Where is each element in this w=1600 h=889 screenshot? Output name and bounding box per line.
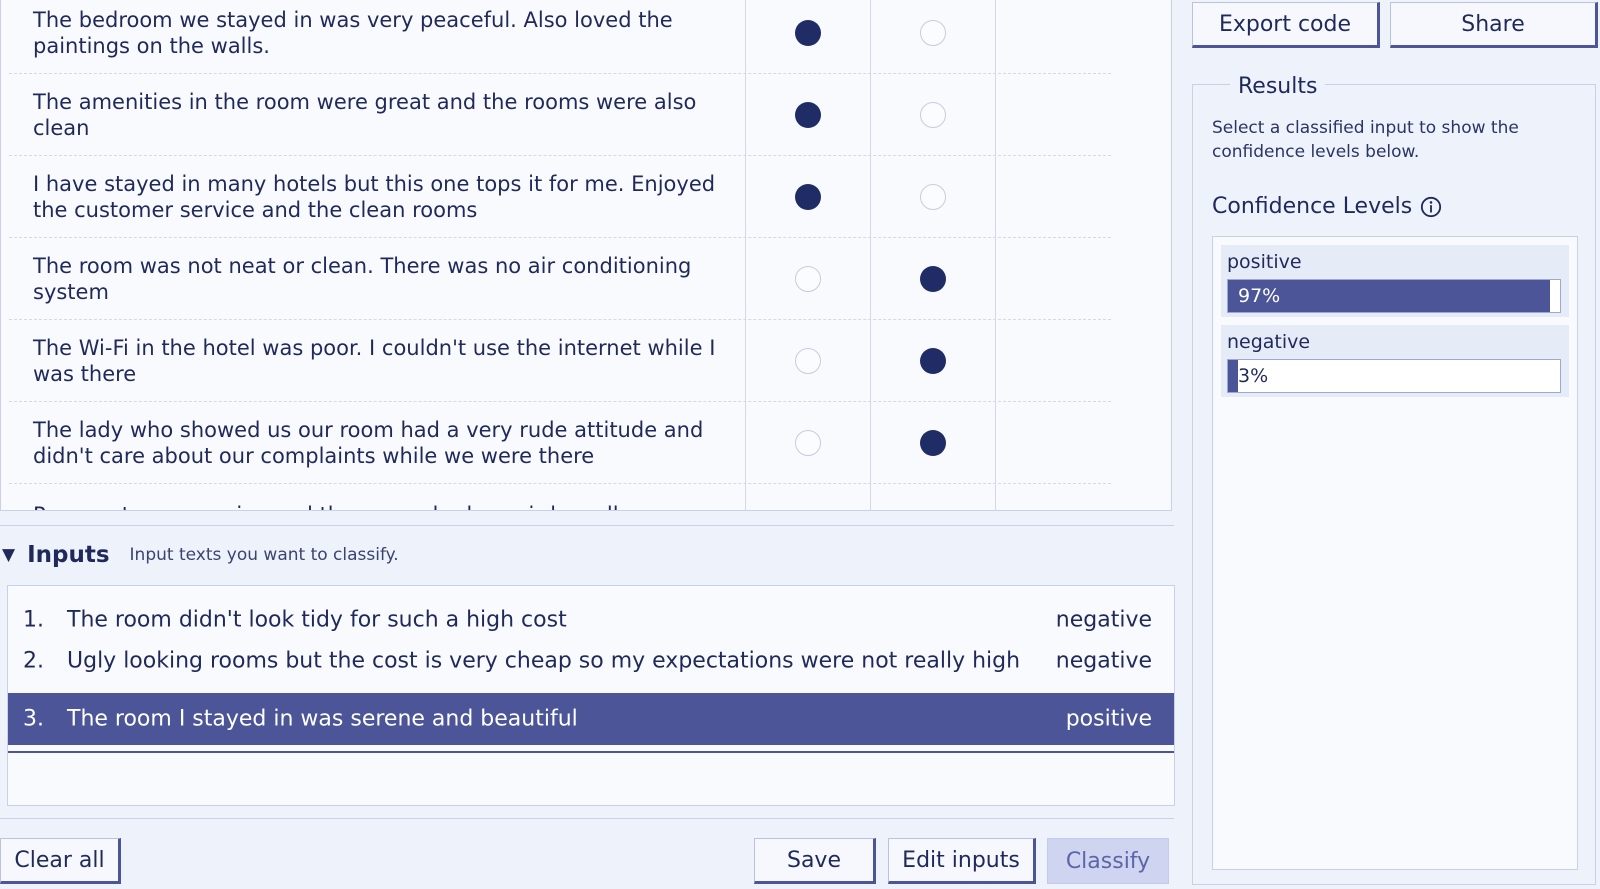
results-description: Select a classified input to show the co… (1212, 118, 1519, 162)
example-row[interactable]: The room was not neat or clean. There wa… (9, 238, 1111, 320)
input-text: The room I stayed in was serene and beau… (67, 706, 578, 732)
inputs-header[interactable]: ▼ Inputs Input texts you want to classif… (0, 540, 399, 570)
edit-inputs-button[interactable]: Edit inputs (888, 838, 1036, 884)
example-row[interactable]: The lady who showed us our room had a ve… (9, 402, 1111, 484)
example-row[interactable]: The Wi-Fi in the hotel was poor. I could… (9, 320, 1111, 402)
negative-radio[interactable] (920, 265, 946, 292)
example-row[interactable]: I have stayed in many hotels but this on… (9, 156, 1111, 238)
input-text: The room didn't look tidy for such a hig… (67, 607, 567, 633)
example-text: The bedroom we stayed in was very peacef… (33, 7, 673, 58)
section-divider (0, 525, 1174, 526)
input-label: positive (1065, 706, 1152, 732)
negative-radio[interactable] (920, 19, 946, 46)
example-text: Poor customer service and the rooms had … (33, 502, 723, 510)
results-title: Results (1230, 74, 1326, 99)
positive-radio[interactable] (795, 429, 821, 456)
collapse-triangle-icon[interactable]: ▼ (2, 545, 15, 565)
negative-radio[interactable] (920, 429, 946, 456)
positive-radio[interactable] (795, 19, 821, 46)
confidence-item: positive 97% (1221, 245, 1569, 317)
inputs-list: 1. The room didn't look tidy for such a … (7, 585, 1175, 806)
confidence-levels-title: Confidence Levels (1212, 194, 1442, 219)
negative-radio[interactable] (920, 101, 946, 128)
confidence-label: positive (1227, 251, 1302, 273)
negative-radio[interactable] (920, 183, 946, 210)
positive-radio[interactable] (795, 101, 821, 128)
positive-radio[interactable] (795, 347, 821, 374)
input-text: Ugly looking rooms but the cost is very … (67, 648, 1021, 674)
export-code-button[interactable]: Export code (1192, 2, 1380, 48)
confidence-bar-fill (1228, 360, 1238, 392)
example-text: The amenities in the room were great and… (33, 89, 697, 140)
inputs-description: Input texts you want to classify. (129, 545, 399, 565)
examples-table: The bedroom we stayed in was very peacef… (0, 0, 1172, 511)
input-label: negative (1055, 607, 1152, 633)
confidence-item: negative 3% (1221, 325, 1569, 397)
example-text: The lady who showed us our room had a ve… (33, 417, 704, 468)
confidence-label: negative (1227, 331, 1311, 353)
save-button[interactable]: Save (754, 838, 876, 884)
input-item[interactable]: 2. Ugly looking rooms but the cost is ve… (8, 641, 1174, 681)
input-number: 1. (23, 607, 44, 633)
inputs-title: Inputs (27, 542, 110, 568)
info-icon[interactable] (1420, 196, 1442, 218)
example-row[interactable]: The amenities in the room were great and… (9, 74, 1111, 156)
confidence-value: 97% (1238, 285, 1281, 307)
confidence-levels-label: Confidence Levels (1212, 194, 1413, 219)
example-row[interactable]: Poor customer service and the rooms had … (9, 484, 1111, 510)
share-button[interactable]: Share (1390, 2, 1598, 48)
example-text: I have stayed in many hotels but this on… (33, 171, 716, 222)
classify-button[interactable]: Classify (1047, 838, 1169, 884)
input-label: negative (1055, 648, 1152, 674)
confidence-value: 3% (1238, 365, 1269, 387)
confidence-bar: 3% (1227, 359, 1561, 393)
example-row[interactable]: The bedroom we stayed in was very peacef… (9, 0, 1111, 74)
confidence-bar: 97% (1227, 279, 1561, 313)
example-text: The Wi-Fi in the hotel was poor. I could… (33, 335, 716, 386)
input-item[interactable]: 1. The room didn't look tidy for such a … (8, 600, 1174, 640)
input-item-selected[interactable]: 3. The room I stayed in was serene and b… (8, 693, 1174, 745)
negative-radio[interactable] (920, 347, 946, 374)
clear-all-button[interactable]: Clear all (0, 838, 121, 884)
input-number: 2. (23, 648, 44, 674)
positive-radio[interactable] (795, 265, 821, 292)
confidence-box: positive 97% negative 3% (1212, 236, 1578, 870)
section-divider (0, 818, 1174, 819)
positive-radio[interactable] (795, 183, 821, 210)
example-text: The room was not neat or clean. There wa… (33, 253, 692, 304)
input-number: 3. (23, 706, 44, 732)
selection-underline (8, 751, 1174, 753)
